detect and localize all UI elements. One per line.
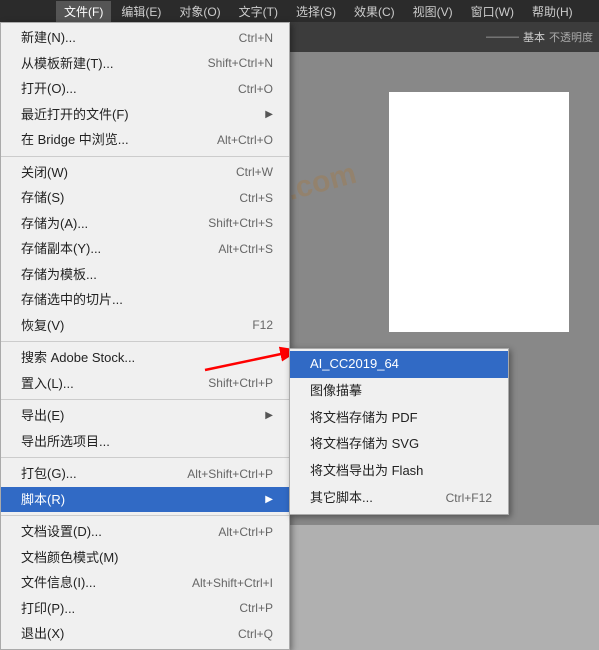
menu-item-print[interactable]: 打印(P)... Ctrl+P	[1, 596, 289, 622]
toolbar-opacity: 不透明度	[549, 29, 593, 45]
menu-item-save-template[interactable]: 存储为模板...	[1, 262, 289, 288]
menu-item-export-selected[interactable]: 导出所选项目...	[1, 429, 289, 455]
submenu-item-other-scripts[interactable]: 其它脚本... Ctrl+F12	[290, 485, 508, 512]
menu-item-open[interactable]: 打开(O)... Ctrl+O	[1, 76, 289, 102]
toolbar-base: 基本	[523, 29, 545, 45]
menu-item-place[interactable]: 置入(L)... Shift+Ctrl+P	[1, 371, 289, 397]
menu-item-close[interactable]: 关闭(W) Ctrl+W	[1, 160, 289, 186]
canvas-white	[389, 92, 569, 332]
submenu-item-export-flash[interactable]: 将文档导出为 Flash	[290, 458, 508, 485]
toolbar-right: ——— 基本 不透明度	[486, 29, 593, 45]
menu-window[interactable]: 窗口(W)	[463, 1, 522, 22]
menu-item-doc-info[interactable]: 文件信息(I)... Alt+Shift+Ctrl+I	[1, 570, 289, 596]
separator-1	[1, 156, 289, 157]
submenu-item-ai-cc[interactable]: AI_CC2019_64	[290, 351, 508, 378]
menu-item-search-stock[interactable]: 搜索 Adobe Stock...	[1, 345, 289, 371]
menu-effect[interactable]: 效果(C)	[346, 1, 403, 22]
menu-item-exit[interactable]: 退出(X) Ctrl+Q	[1, 621, 289, 647]
submenu-item-save-pdf[interactable]: 将文档存储为 PDF	[290, 405, 508, 432]
menu-help[interactable]: 帮助(H)	[524, 1, 581, 22]
menu-item-recent[interactable]: 最近打开的文件(F) ▶	[1, 102, 289, 128]
menu-item-save-copy[interactable]: 存储副本(Y)... Alt+Ctrl+S	[1, 236, 289, 262]
separator-3	[1, 399, 289, 400]
menu-item-color-mode[interactable]: 文档颜色模式(M)	[1, 545, 289, 571]
separator-4	[1, 457, 289, 458]
menu-select[interactable]: 选择(S)	[288, 1, 344, 22]
toolbar-line: ———	[486, 31, 519, 43]
menu-item-export[interactable]: 导出(E) ▶	[1, 403, 289, 429]
menu-edit[interactable]: 编辑(E)	[113, 1, 169, 22]
menu-bar: 文件(F) 编辑(E) 对象(O) 文字(T) 选择(S) 效果(C) 视图(V…	[0, 0, 599, 22]
scripts-submenu: AI_CC2019_64 图像描摹 将文档存储为 PDF 将文档存储为 SVG …	[289, 348, 509, 515]
menu-text[interactable]: 文字(T)	[231, 1, 286, 22]
menu-object[interactable]: 对象(O)	[171, 1, 228, 22]
menu-item-new[interactable]: 新建(N)... Ctrl+N	[1, 25, 289, 51]
menu-item-bridge[interactable]: 在 Bridge 中浏览... Alt+Ctrl+O	[1, 127, 289, 153]
menu-item-new-template[interactable]: 从模板新建(T)... Shift+Ctrl+N	[1, 51, 289, 77]
submenu-item-save-svg[interactable]: 将文档存储为 SVG	[290, 431, 508, 458]
submenu-item-image-capture[interactable]: 图像描摹	[290, 378, 508, 405]
menu-item-save-selected[interactable]: 存储选中的切片...	[1, 287, 289, 313]
menu-file[interactable]: 文件(F)	[56, 1, 111, 22]
menu-item-save[interactable]: 存储(S) Ctrl+S	[1, 185, 289, 211]
separator-5	[1, 515, 289, 516]
menu-item-doc-settings[interactable]: 文档设置(D)... Alt+Ctrl+P	[1, 519, 289, 545]
menu-item-save-as[interactable]: 存储为(A)... Shift+Ctrl+S	[1, 211, 289, 237]
separator-2	[1, 341, 289, 342]
menu-item-revert[interactable]: 恢复(V) F12	[1, 313, 289, 339]
menu-view[interactable]: 视图(V)	[405, 1, 461, 22]
menu-item-package[interactable]: 打包(G)... Alt+Shift+Ctrl+P	[1, 461, 289, 487]
menu-item-scripts[interactable]: 脚本(R) ▶	[1, 487, 289, 513]
file-menu: 新建(N)... Ctrl+N 从模板新建(T)... Shift+Ctrl+N…	[0, 22, 290, 650]
